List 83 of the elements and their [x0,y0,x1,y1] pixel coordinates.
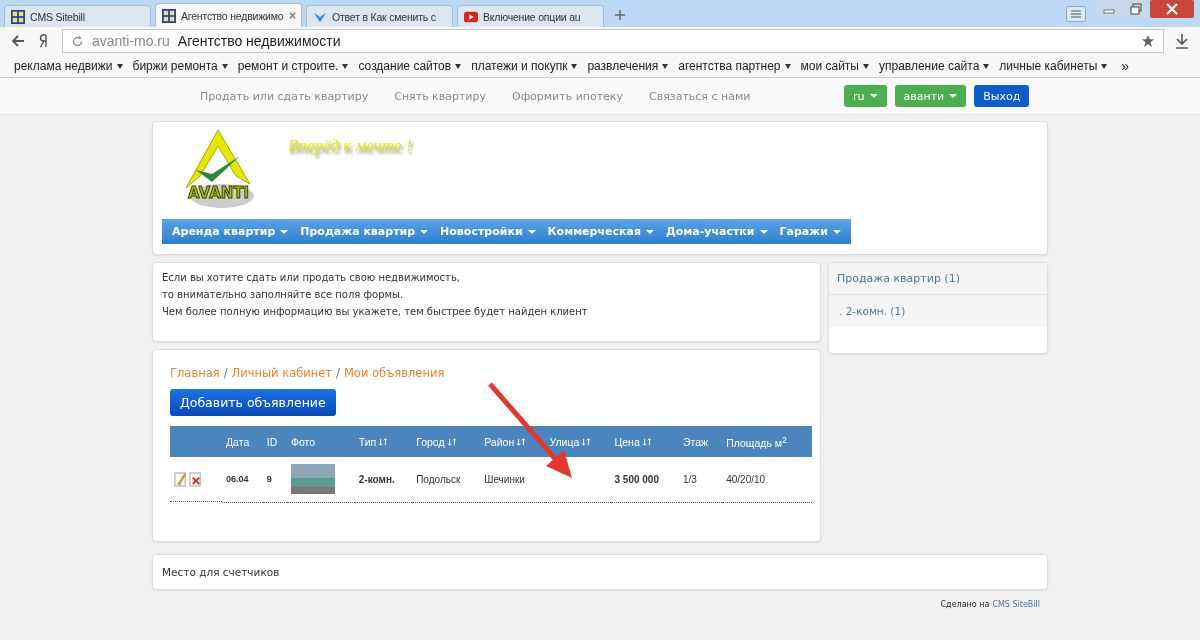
play-favicon-icon [464,9,478,24]
column-header: Фото [286,426,355,457]
breadcrumb-separator: / [223,366,228,380]
top-nav-link[interactable]: Оформить ипотеку [512,89,624,103]
tab-title: CMS Sitebill [30,10,86,23]
column-header: ID [262,426,287,457]
bookmark-folder[interactable]: создание сайтов [358,59,462,73]
bookmark-folder[interactable]: личные кабинеты [999,59,1108,73]
site-favicon-icon [11,9,25,24]
menu-item[interactable]: Дома-участки [659,225,774,238]
table-cell: 06.04 [222,457,263,502]
back-arrow-icon[interactable] [10,33,26,49]
column-header: Этаж [679,426,723,457]
address-domain: avanti-mo.ru [92,33,170,49]
browser-tab[interactable]: Ответ в Как сменить с [306,5,453,27]
address-page-title: Агентство недвижимости [177,33,341,49]
browser-tab[interactable]: CMS Sitebill [4,5,151,27]
sort-arrows-icon[interactable] [516,437,527,446]
reload-icon[interactable] [71,34,84,48]
column-header: Цена [610,426,679,457]
bookmark-folder[interactable]: агентства партнер [678,59,791,73]
bookmark-folder[interactable]: реклама недвижи [14,59,123,73]
bookmark-folder[interactable]: развлечения [587,59,669,73]
menu-item[interactable]: Коммерческая [541,225,660,238]
table-cell: Шечинки [480,457,546,502]
more-bookmarks-button[interactable]: » [1121,58,1130,74]
menu-icon[interactable] [1066,5,1086,22]
bookmark-folder[interactable]: платежи и покупк [471,59,578,73]
menu-item[interactable]: Аренда квартир [166,225,295,238]
browser-tab[interactable]: Агентство недвижимо [155,3,302,27]
restore-icon[interactable] [1123,0,1149,18]
table-cell: 3 500 000 [610,457,679,502]
info-text: то внимательно заполняйте все поля формы. [162,288,405,301]
bookmark-folder[interactable]: ремонт и строите. [237,59,349,73]
close-icon[interactable] [1150,0,1194,18]
close-icon[interactable] [288,11,298,20]
menu-item[interactable]: Новостройки [434,225,542,238]
top-button[interactable]: Выход [974,85,1030,107]
star-icon[interactable] [1141,34,1155,48]
tab-title: Ответ в Как сменить с [332,10,437,23]
table-cell: 9 [262,457,287,502]
footer-text: Сделано на [940,600,990,609]
counters-text: Место для счетчиков [162,566,280,578]
sort-arrows-icon[interactable] [446,437,457,446]
column-header: Улица [545,426,611,457]
sort-arrows-icon[interactable] [581,437,592,446]
new-tab-icon[interactable] [614,9,626,21]
bookmark-folder[interactable]: мои сайты [800,59,869,73]
column-header: Район [480,426,546,457]
table-cell: 2-комн. [354,457,413,502]
menu-item[interactable]: Продажа квартир [294,225,435,238]
column-header: Дата [222,426,263,457]
column-header: Город [412,426,481,457]
photo-placeholder[interactable] [290,464,335,495]
bookmark-folder[interactable]: биржи ремонта [132,59,228,73]
sidebar-item[interactable]: . 2-комн. (1) [829,295,1047,327]
info-text: Чем более полную информацию вы укажете, тем быстрее будет найден клиент [162,305,589,318]
tab-title: Агентство недвижимо [181,9,284,22]
table-cell: Подольск [412,457,481,502]
tab-title: Включение опции au [483,10,582,23]
footer-link[interactable]: CMS SiteBill [992,600,1040,609]
info-text: Если вы хотите сдать или продать свою недвижимость, [162,271,461,284]
sort-arrows-icon[interactable] [378,437,389,446]
browser-tab[interactable]: Включение опции au [457,5,604,27]
table-cell: 40/20/10 [722,457,812,502]
edit-pencil-icon[interactable] [174,471,187,487]
slogan: Вперёд к мечте ! [288,136,412,157]
menu-item[interactable]: Гаражи [773,225,847,238]
sidebar-category[interactable]: Продажа квартир (1) [829,263,1047,295]
add-listing-button[interactable]: Добавить объявление [170,389,336,416]
table-cell: 1/3 [679,457,723,502]
bookmark-folder[interactable]: управление сайта [878,59,990,73]
site-favicon-icon [162,8,176,23]
column-header: Тип [354,426,413,457]
top-nav-link[interactable]: Связаться с нами [649,89,751,103]
column-header: Площадь м$^{2}$ [722,426,812,457]
download-icon[interactable] [1174,33,1190,49]
sort-arrows-icon[interactable] [641,437,652,446]
top-nav-link[interactable]: Снять квартиру [394,89,486,103]
address-field[interactable]: avanti-mo.ru Агентство недвижимости [62,29,1164,53]
top-nav-link[interactable]: Продать или сдать квартиру [200,89,369,103]
delete-icon[interactable] [189,471,202,487]
breadcrumb-separator: / [336,366,340,380]
